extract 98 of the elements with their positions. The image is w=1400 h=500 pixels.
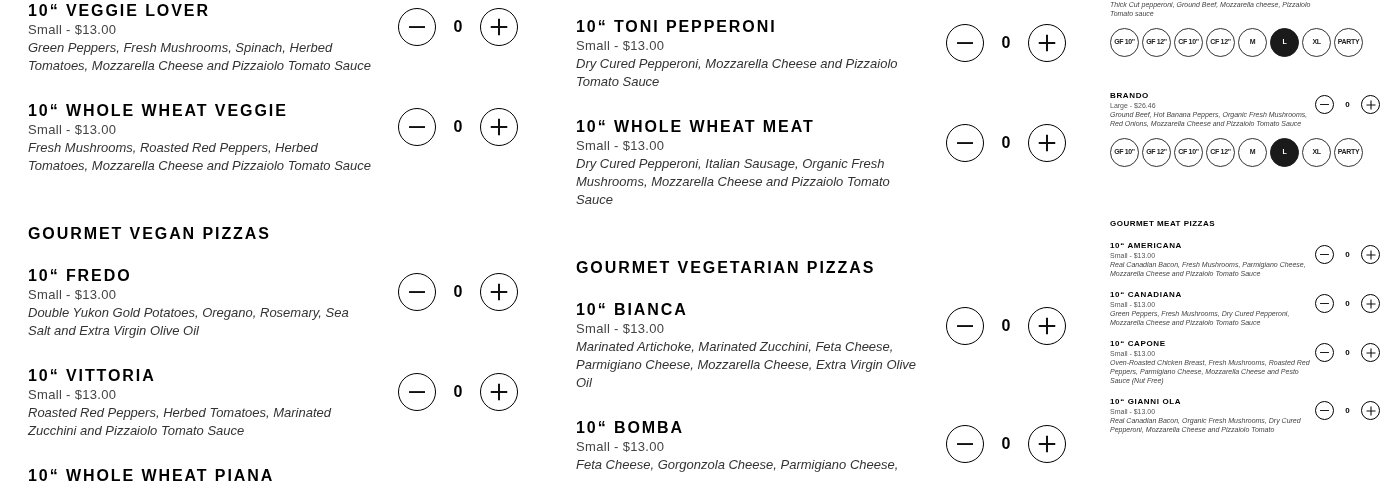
section-heading: GOURMET VEGETARIAN PIZZAS xyxy=(576,259,877,277)
plus-icon xyxy=(1036,132,1058,154)
minus-icon xyxy=(1320,351,1329,354)
quantity-value: 0 xyxy=(1344,98,1351,111)
decrease-button[interactable] xyxy=(1315,343,1334,362)
increase-button[interactable] xyxy=(1361,245,1380,264)
increase-button[interactable] xyxy=(1361,343,1380,362)
quantity-value: 0 xyxy=(1000,434,1012,454)
increase-button[interactable] xyxy=(480,8,518,46)
pizza-name: 10“ CAPONE xyxy=(1110,339,1167,349)
decrease-button[interactable] xyxy=(1315,245,1334,264)
size-price: Small - $13.00 xyxy=(28,386,118,403)
pizza-name: 10“ BIANCA xyxy=(576,301,689,319)
minus-icon xyxy=(956,442,974,446)
pizza-name: 10“ WHOLE WHEAT VEGGIE xyxy=(28,102,289,120)
quantity-value: 0 xyxy=(1000,133,1012,153)
increase-button[interactable] xyxy=(1361,294,1380,313)
minus-icon xyxy=(408,25,426,29)
quantity-value: 0 xyxy=(1344,404,1351,417)
section-heading: GOURMET VEGAN PIZZAS xyxy=(28,225,272,243)
quantity-value: 0 xyxy=(452,17,464,37)
increase-button[interactable] xyxy=(1028,24,1066,62)
ingredients: Double Yukon Gold Potatoes, Oregano, Rosemary, Sea Salt and Extra Virgin Olive Oil xyxy=(28,304,350,340)
plus-icon xyxy=(1036,32,1058,54)
plus-icon xyxy=(1036,433,1058,455)
plus-icon xyxy=(488,116,510,138)
minus-icon xyxy=(956,141,974,145)
minus-icon xyxy=(956,324,974,328)
pizza-name: 10“ VITTORIA xyxy=(28,367,157,385)
increase-button[interactable] xyxy=(1028,124,1066,162)
pizza-name: 10“ WHOLE WHEAT MEAT xyxy=(576,118,816,136)
plus-icon xyxy=(1364,297,1377,310)
quantity-value: 0 xyxy=(1000,33,1012,53)
minus-icon xyxy=(1320,302,1329,305)
pizza-name: 10“ WHOLE WHEAT PIANA xyxy=(28,467,275,485)
quantity-value: 0 xyxy=(452,382,464,402)
decrease-button[interactable] xyxy=(946,425,984,463)
minus-icon xyxy=(1320,253,1329,256)
decrease-button[interactable] xyxy=(398,108,436,146)
pizza-name: 10“ CANADIANA xyxy=(1110,290,1183,300)
decrease-button[interactable] xyxy=(1315,401,1334,420)
increase-button[interactable] xyxy=(1361,95,1380,114)
increase-button[interactable] xyxy=(1028,425,1066,463)
plus-icon xyxy=(1364,248,1377,261)
size-price: Small - $13.00 xyxy=(576,37,666,54)
pizza-name: 10“ VEGGIE LOVER xyxy=(28,2,211,20)
ingredients: Roasted Red Peppers, Herbed Tomatoes, Marinated Zucchini and Pizzaiolo Tomato Sauce xyxy=(28,404,333,440)
ingredients: Dry Cured Pepperoni, Mozzarella Cheese and Pizzaiolo Tomato Sauce xyxy=(576,55,899,91)
minus-icon xyxy=(956,41,974,45)
ingredients: Fresh Mushrooms, Roasted Red Peppers, Herbed Tomatoes, Mozzarella Cheese and Pizzaiolo Tomato Sauce xyxy=(28,139,372,175)
quantity-value: 0 xyxy=(452,117,464,137)
decrease-button[interactable] xyxy=(398,8,436,46)
ingredients: Feta Cheese, Gorgonzola Cheese, Parmigiano Cheese, xyxy=(576,456,900,474)
pizza-name: 10“ AMERICANA xyxy=(1110,241,1184,251)
size-price: Small - $13.00 xyxy=(576,438,666,455)
quantity-value: 0 xyxy=(1344,346,1351,359)
size-price: Small - $13.00 xyxy=(576,137,666,154)
section-heading: GOURMET MEAT PIZZAS xyxy=(1110,219,1216,229)
pizza-name: 10“ FREDO xyxy=(28,267,133,285)
plus-icon xyxy=(488,381,510,403)
minus-icon xyxy=(1320,103,1329,106)
increase-button[interactable] xyxy=(480,108,518,146)
decrease-button[interactable] xyxy=(1315,294,1334,313)
decrease-button[interactable] xyxy=(946,124,984,162)
decrease-button[interactable] xyxy=(946,307,984,345)
ingredients: Dry Cured Pepperoni, Italian Sausage, Organic Fresh Mushrooms, Mozzarella Cheese and Pizzaiolo Tomato Sauce xyxy=(576,155,891,209)
plus-icon xyxy=(1364,98,1377,111)
plus-icon xyxy=(1364,346,1377,359)
minus-icon xyxy=(408,290,426,294)
plus-icon xyxy=(1364,404,1377,417)
minus-icon xyxy=(408,390,426,394)
plus-icon xyxy=(488,16,510,38)
decrease-button[interactable] xyxy=(398,373,436,411)
increase-button[interactable] xyxy=(1028,307,1066,345)
plus-icon xyxy=(488,281,510,303)
quantity-value: 0 xyxy=(1000,316,1012,336)
decrease-button[interactable] xyxy=(398,273,436,311)
pizza-name: 10“ BOMBA xyxy=(576,419,685,437)
size-price: Small - $13.00 xyxy=(28,286,118,303)
pizza-name: 10“ TONI PEPPERONI xyxy=(576,18,778,36)
size-price: Small - $13.00 xyxy=(28,121,118,138)
size-price: Small - $13.00 xyxy=(576,320,666,337)
increase-button[interactable] xyxy=(1361,401,1380,420)
ingredients: Green Peppers, Fresh Mushrooms, Spinach, Herbed Tomatoes, Mozzarella Cheese and Pizzaiolo Tomato Sauce xyxy=(28,39,372,75)
quantity-value: 0 xyxy=(452,282,464,302)
ingredients: Marinated Artichoke, Marinated Zucchini, Feta Cheese, Parmigiano Cheese, Mozzarella Cheese, Extra Virgin Olive Oil xyxy=(576,338,918,392)
quantity-value: 0 xyxy=(1344,297,1351,310)
minus-icon xyxy=(408,125,426,129)
decrease-button[interactable] xyxy=(1315,95,1334,114)
pizza-name: 10“ GIANNI OLA xyxy=(1110,397,1183,407)
plus-icon xyxy=(1036,315,1058,337)
pizza-name: BRANDO xyxy=(1110,91,1150,101)
quantity-value: 0 xyxy=(1344,248,1351,261)
decrease-button[interactable] xyxy=(946,24,984,62)
minus-icon xyxy=(1320,409,1329,412)
size-price: Small - $13.00 xyxy=(28,21,118,38)
increase-button[interactable] xyxy=(480,373,518,411)
increase-button[interactable] xyxy=(480,273,518,311)
